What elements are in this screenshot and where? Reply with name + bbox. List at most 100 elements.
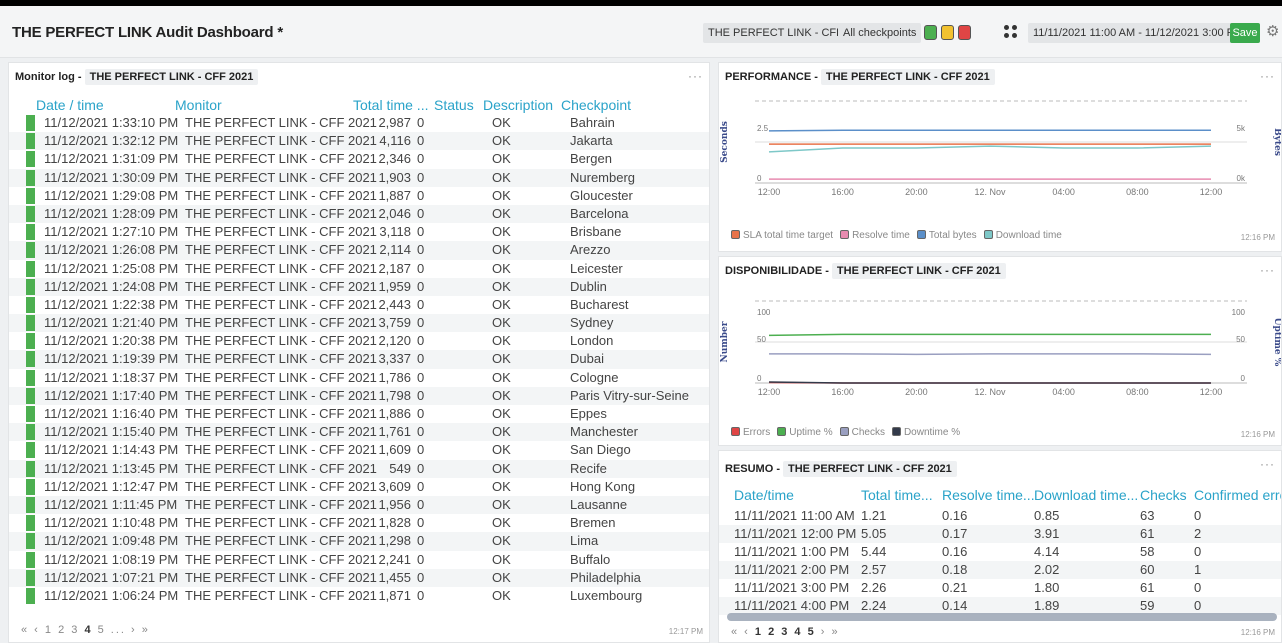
table-row[interactable]: 11/12/2021 1:24:08 PM THE PERFECT LINK - … <box>9 277 709 296</box>
col-status[interactable]: Status <box>434 97 474 113</box>
table-row[interactable]: 11/12/2021 1:29:08 PM THE PERFECT LINK - … <box>9 187 709 205</box>
table-row[interactable]: 11/12/2021 1:28:09 PM THE PERFECT LINK - … <box>9 204 709 224</box>
cell-description: OK <box>492 478 511 494</box>
table-row[interactable]: 11/12/2021 1:21:40 PM THE PERFECT LINK - … <box>9 314 709 333</box>
res-cell: 2.57 <box>861 562 887 577</box>
legend-item[interactable]: Total bytes <box>916 230 977 241</box>
col-checkpoint[interactable]: Checkpoint <box>561 97 631 113</box>
series-line <box>768 333 1211 337</box>
res-col-download[interactable]: Download time... <box>1034 487 1138 503</box>
cell-checkpoint: San Diego <box>570 442 631 458</box>
cell-total-time: 1,798 <box>378 387 411 403</box>
table-row[interactable]: 11/11/2021 1:00 PM 5.44 0.16 4.14 58 0 <box>719 543 1281 561</box>
table-row[interactable]: 11/12/2021 1:26:08 PM THE PERFECT LINK - … <box>9 241 709 260</box>
table-row[interactable]: 11/12/2021 1:10:48 PM THE PERFECT LINK - … <box>9 514 709 532</box>
table-row[interactable]: 11/12/2021 1:20:38 PM THE PERFECT LINK - … <box>9 332 709 350</box>
cell-description: OK <box>492 442 511 458</box>
table-row[interactable]: 11/12/2021 1:15:40 PM THE PERFECT LINK - … <box>9 423 709 442</box>
res-col-date[interactable]: Date/time <box>734 487 794 503</box>
log-pager[interactable]: « ‹ 1 2 3 4 5 ... › » <box>21 624 150 636</box>
table-row[interactable]: 11/12/2021 1:17:40 PM THE PERFECT LINK - … <box>9 386 709 405</box>
cell-total-time: 4,116 <box>379 133 411 149</box>
table-row[interactable]: 11/12/2021 1:22:38 PM THE PERFECT LINK - … <box>9 296 709 314</box>
cell-date: 11/12/2021 1:29:08 PM <box>44 187 179 203</box>
table-row[interactable]: 11/12/2021 1:18:37 PM THE PERFECT LINK - … <box>9 369 709 387</box>
disponibilidade-legend: Errors Uptime % Checks Downtime % <box>731 427 967 438</box>
table-row[interactable]: 11/11/2021 2:00 PM 2.57 0.18 2.02 60 1 <box>719 561 1281 579</box>
table-row[interactable]: 11/12/2021 1:09:48 PM THE PERFECT LINK - … <box>9 532 709 551</box>
res-col-resolve[interactable]: Resolve time... <box>942 487 1035 503</box>
cell-description: OK <box>492 169 511 185</box>
cell-status: 0 <box>417 315 425 331</box>
table-row[interactable]: 11/12/2021 1:14:43 PM THE PERFECT LINK - … <box>9 441 709 459</box>
status-filter-red[interactable] <box>958 25 971 40</box>
status-filter-green[interactable] <box>924 25 937 40</box>
panel-menu-icon[interactable]: ··· <box>1260 457 1275 471</box>
table-row[interactable]: 11/12/2021 1:11:45 PM THE PERFECT LINK - … <box>9 495 709 515</box>
legend-label: Resolve time <box>852 230 910 241</box>
table-row[interactable]: 11/11/2021 12:00 PM 5.05 0.17 3.91 61 2 <box>719 525 1281 543</box>
table-row[interactable]: 11/12/2021 1:06:24 PM THE PERFECT LINK - … <box>9 587 709 605</box>
performance-chart[interactable]: 12:00 16:00 20:00 12. Nov 04:00 08:00 12:00 Sec… <box>719 63 1282 233</box>
res-col-errors[interactable]: Confirmed errc <box>1194 487 1281 503</box>
col-description[interactable]: Description <box>483 97 553 113</box>
cell-monitor: THE PERFECT LINK - CFF 2021 <box>185 551 377 567</box>
legend-item[interactable]: Resolve time <box>840 230 910 241</box>
table-row[interactable]: 11/12/2021 1:25:08 PM THE PERFECT LINK - … <box>9 260 709 278</box>
table-row[interactable]: 11/12/2021 1:32:12 PM THE PERFECT LINK - … <box>9 132 709 151</box>
resumo-pager[interactable]: « ‹ 1 2 3 4 5 › » <box>731 626 840 638</box>
status-filter-yellow[interactable] <box>941 25 954 40</box>
panel-menu-icon[interactable]: ··· <box>688 69 703 83</box>
legend-item[interactable]: SLA total time target <box>731 230 833 241</box>
layout-grid-icon[interactable] <box>1004 25 1018 39</box>
x-tick-label: 12:00 <box>1200 187 1223 197</box>
table-row[interactable]: 11/12/2021 1:07:21 PM THE PERFECT LINK - … <box>9 568 709 587</box>
cell-checkpoint: Nuremberg <box>570 169 636 185</box>
cell-status: 0 <box>417 551 425 567</box>
res-col-total[interactable]: Total time... <box>861 487 933 503</box>
legend-item[interactable]: Downtime % <box>891 427 960 438</box>
table-row[interactable]: 11/12/2021 1:33:10 PM THE PERFECT LINK - … <box>9 114 709 132</box>
horizontal-scrollbar[interactable] <box>727 613 1277 621</box>
y-tick-label: 50 <box>757 335 766 344</box>
res-cell: 5.44 <box>861 544 887 559</box>
legend-item[interactable]: Uptime % <box>777 427 833 438</box>
table-row[interactable]: 11/12/2021 1:19:39 PM THE PERFECT LINK - … <box>9 350 709 369</box>
res-cell: 61 <box>1140 580 1155 595</box>
save-button[interactable]: Save <box>1230 23 1260 43</box>
table-row[interactable]: 11/12/2021 1:27:10 PM THE PERFECT LINK - … <box>9 223 709 241</box>
cell-total-time: 1,886 <box>378 406 411 421</box>
table-row[interactable]: 11/12/2021 1:16:40 PM THE PERFECT LINK - … <box>9 405 709 423</box>
res-col-checks[interactable]: Checks <box>1140 487 1187 503</box>
cell-monitor: THE PERFECT LINK - CFF 2021 <box>185 187 377 203</box>
cell-status: 0 <box>417 587 425 603</box>
table-row[interactable]: 11/12/2021 1:13:45 PM THE PERFECT LINK - … <box>9 459 709 478</box>
settings-gear-icon[interactable]: ⚙ <box>1266 22 1279 40</box>
res-cell: 0 <box>1194 508 1202 523</box>
legend-item[interactable]: Checks <box>839 427 885 438</box>
cell-total-time: 1,761 <box>378 424 411 440</box>
legend-swatch <box>777 427 787 436</box>
res-cell: 11/11/2021 2:00 PM <box>734 562 850 577</box>
monitor-log-title: Monitor log - THE PERFECT LINK - CFF 2021 <box>15 69 259 85</box>
table-row[interactable]: 11/12/2021 1:08:19 PM THE PERFECT LINK - … <box>9 551 709 569</box>
col-monitor[interactable]: Monitor <box>175 97 222 113</box>
table-row[interactable]: 11/12/2021 1:12:47 PM THE PERFECT LINK - … <box>9 478 709 496</box>
resumo-chip[interactable]: THE PERFECT LINK - CFF 2021 <box>783 461 957 477</box>
cell-monitor: THE PERFECT LINK - CFF 2021 <box>185 406 377 421</box>
cell-checkpoint: London <box>570 333 614 349</box>
table-row[interactable]: 11/12/2021 1:30:09 PM THE PERFECT LINK - … <box>9 168 709 187</box>
date-range-picker[interactable]: 11/11/2021 11:00 AM - 11/12/2021 3:00 PM <box>1028 23 1249 43</box>
table-row[interactable]: 11/11/2021 11:00 AM 1.21 0.16 0.85 63 0 <box>719 507 1281 525</box>
legend-item[interactable]: Download time <box>983 230 1062 241</box>
checkpoints-selector[interactable]: All checkpoints <box>838 23 922 43</box>
table-row[interactable]: 11/12/2021 1:31:09 PM THE PERFECT LINK - … <box>9 150 709 168</box>
table-row[interactable]: 11/11/2021 3:00 PM 2.26 0.21 1.80 61 0 <box>719 579 1281 597</box>
col-date[interactable]: Date / time <box>36 97 104 113</box>
legend-item[interactable]: Errors <box>731 427 770 438</box>
disponibilidade-chart[interactable]: 12:00 16:00 20:00 12. Nov 04:00 08:00 12:00 Num… <box>719 257 1282 427</box>
cell-total-time: 1,828 <box>378 515 411 531</box>
monitor-log-chip[interactable]: THE PERFECT LINK - CFF 2021 <box>84 69 259 85</box>
col-total-time[interactable]: Total time ... <box>353 97 428 113</box>
x-tick-label: 12:00 <box>758 387 781 397</box>
